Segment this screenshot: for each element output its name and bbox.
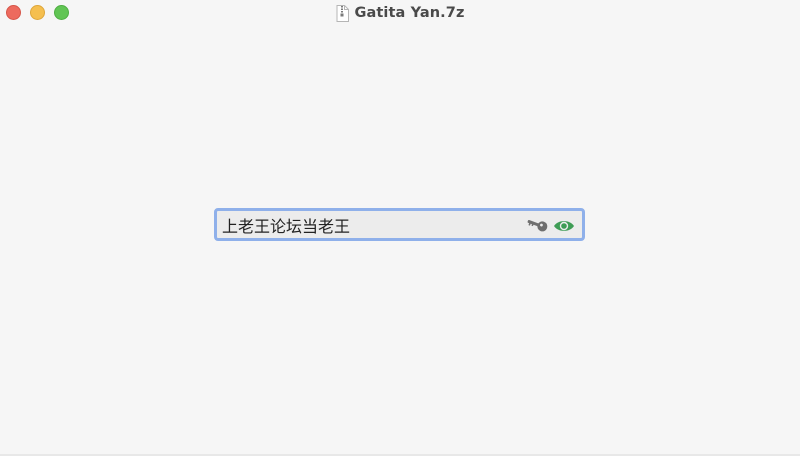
password-value[interactable]: 上老王论坛当老王	[217, 213, 525, 237]
archive-file-icon	[336, 4, 349, 22]
window-title: Gatita Yan.7z	[354, 5, 465, 21]
title-bar: Gatita Yan.7z	[0, 0, 800, 26]
key-icon	[525, 217, 550, 233]
password-field[interactable]: 上老王论坛当老王	[214, 208, 585, 241]
window-title-group: Gatita Yan.7z	[0, 3, 800, 23]
app-window: Gatita Yan.7z 上老王论坛当老王	[0, 0, 800, 456]
eye-icon[interactable]	[553, 218, 575, 232]
